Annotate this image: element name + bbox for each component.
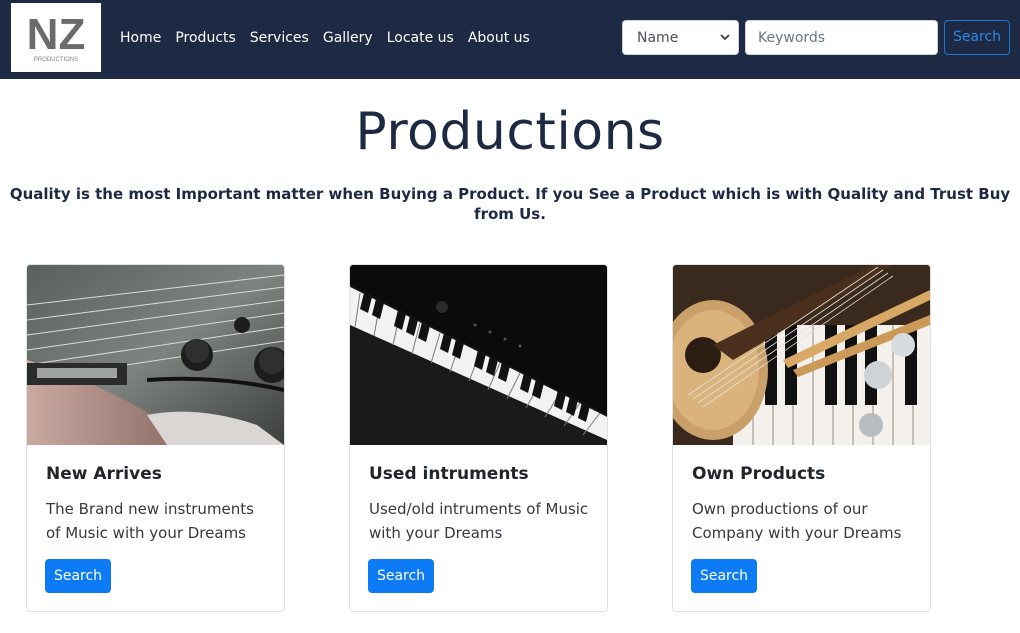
keyword-placeholder: Keywords [758,30,826,46]
card-search-button[interactable]: Search [368,559,434,593]
search-type-select[interactable]: Name [622,20,739,55]
card-search-button[interactable]: Search [45,559,111,593]
card-title: Used intruments [369,464,529,484]
nav-links: Home Products Services Gallery Locate us… [120,29,544,47]
nav-services[interactable]: Services [250,29,309,47]
logo[interactable]: NZ PRODUCTIONS [11,3,101,72]
card-title: New Arrives [46,464,162,484]
nav-locate-us[interactable]: Locate us [387,29,454,47]
logo-letters: NZ [27,10,86,59]
navbar: NZ PRODUCTIONS Home Products Services Ga… [0,0,1020,79]
nav-search-button[interactable]: Search [944,20,1010,55]
ukulele-piano-image [673,265,930,445]
keyword-input[interactable]: Keywords [745,20,938,55]
nav-home[interactable]: Home [120,29,161,47]
nav-products[interactable]: Products [175,29,235,47]
logo-subtitle: PRODUCTIONS [34,57,78,63]
logo-mark: NZ PRODUCTIONS [11,3,101,72]
card-text: Used/old intruments of Music with your D… [369,500,589,542]
product-card-own-products: Own Products Own productions of our Comp… [672,264,931,612]
product-card-new-arrives: New Arrives The Brand new instruments of… [26,264,285,612]
card-text: The Brand new instruments of Music with … [46,500,254,542]
nav-gallery[interactable]: Gallery [323,29,373,47]
electric-guitar-image [27,265,284,445]
digital-piano-image [350,265,607,445]
card-title: Own Products [692,464,826,484]
page-title: Productions [355,102,665,162]
card-text: Own productions of our Company with your… [692,500,902,542]
chevron-down-icon [720,34,730,41]
nav-about-us[interactable]: About us [468,29,530,47]
card-search-button[interactable]: Search [691,559,757,593]
search-type-value: Name [637,30,679,46]
tagline: Quality is the most Important matter whe… [9,185,1011,223]
product-card-used-instruments: Used intruments Used/old intruments of M… [349,264,608,612]
